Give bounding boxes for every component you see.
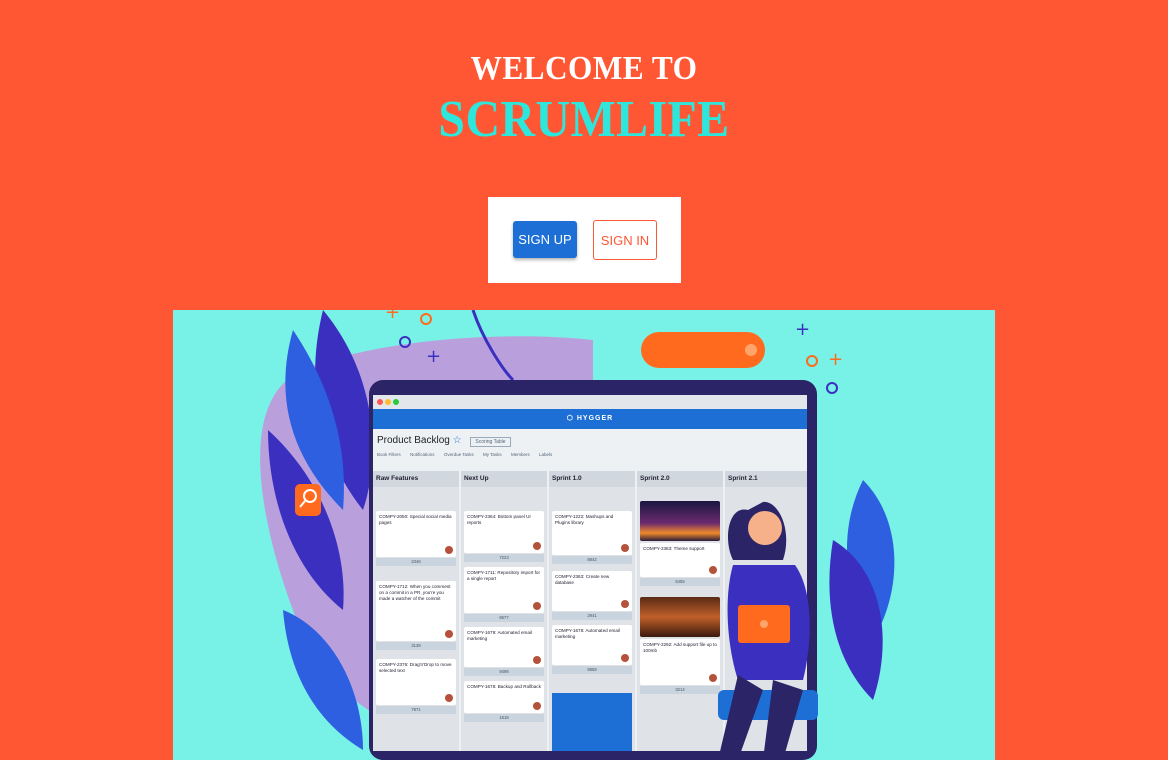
card-title: COMPY-2050: Special social media pages (379, 514, 452, 526)
board-column: Raw Features COMPY-2050: Special social … (373, 471, 459, 751)
app-name: HYGGER (576, 415, 614, 422)
card-sum: 8858 (552, 666, 632, 674)
avatar (621, 544, 629, 552)
svg-text:+: + (426, 346, 441, 367)
card-title: COMPY-1222: Mashups and Plugins library (555, 514, 614, 526)
app-screenshot: ⬡ HYGGER Product Backlog ☆ Scoring Table… (373, 395, 807, 751)
card-title: COMPY-2292: Add support file up to 100mb (643, 642, 717, 654)
card-title: COMPY-1678: Automated email marketing (555, 628, 620, 640)
task-card: COMPY-1222: Mashups and Plugins library … (552, 511, 632, 564)
board-tab: Notifications (410, 452, 435, 457)
avatar (445, 546, 453, 554)
search-badge-shape (295, 484, 321, 516)
avatar (709, 566, 717, 574)
board-tab: My Tasks (483, 452, 502, 457)
board-column: Next Up COMPY-2364: Bottom panel UI repo… (461, 471, 547, 751)
avatar (533, 702, 541, 710)
board-column: Sprint 2.1 (725, 471, 807, 751)
card-cover-image (640, 597, 720, 637)
app-nav-bar: ⬡ HYGGER (373, 409, 807, 429)
board-tab: Book Filters (377, 452, 401, 457)
column-title: Next Up (461, 471, 547, 487)
board-tab: Labels (538, 452, 553, 457)
sign-in-button[interactable]: SIGN IN (593, 220, 657, 260)
card-sum: 2941 (552, 612, 632, 620)
task-card: COMPY-1711: Repository import for a sing… (464, 567, 544, 622)
card-sum: 9498 (464, 668, 544, 676)
auth-panel: SIGN UP SIGN IN (488, 197, 681, 283)
column-title: Sprint 2.0 (637, 471, 723, 487)
task-card: COMPY-1678: Automated email marketing 88… (552, 625, 632, 674)
task-card: COMPY-1678: Backup and Rollback 1618 (464, 681, 544, 722)
card-title: COMPY-1711: Repository import for a sing… (467, 570, 541, 582)
card-title: COMPY-2363: Create new database (555, 574, 610, 586)
card-title: COMPY-1678: Backup and Rollback (467, 684, 541, 689)
board-tag: Scoring Table (470, 437, 511, 447)
avatar (445, 630, 453, 638)
svg-text:+: + (385, 310, 400, 323)
drop-zone (552, 693, 632, 751)
card-sum: 2346 (376, 558, 456, 566)
task-card: COMPY-2050: Special social media pages 2… (376, 511, 456, 566)
card-title: COMPY-2376: Drag'n'Drop to move selected… (379, 662, 452, 674)
avatar (533, 542, 541, 550)
board-tab: Overdue Tasks (443, 452, 474, 457)
svg-text:+: + (795, 319, 810, 340)
card-title: COMPY-2364: Bottom panel UI reports (467, 514, 531, 526)
column-title: Sprint 1.0 (549, 471, 635, 487)
avatar (533, 656, 541, 664)
card-sum: 7871 (376, 706, 456, 714)
board-title: Product Backlog (377, 435, 450, 446)
avatar (445, 694, 453, 702)
task-card: COMPY-2292: Add support file up to 100mb… (640, 639, 720, 694)
svg-text:+: + (828, 349, 843, 370)
card-sum: 3214 (640, 686, 720, 694)
board-columns: Raw Features COMPY-2050: Special social … (373, 471, 807, 751)
avatar (621, 600, 629, 608)
card-cover-image (640, 501, 720, 541)
star-icon: ☆ (452, 435, 462, 446)
app-logo-icon: ⬡ (566, 415, 577, 422)
avatar (533, 602, 541, 610)
task-card: COMPY-2383: Theme support 5455 (640, 543, 720, 586)
board-column: Sprint 2.0 COMPY-2383: Theme support 545… (637, 471, 723, 751)
brand-heading: SCRUMLIFE (438, 91, 730, 148)
hero-illustration: + + + + ⬡ HYGGER Product Backlog ☆ Scori… (173, 310, 995, 760)
welcome-heading: WELCOME TO (470, 50, 698, 87)
board-column: Sprint 1.0 COMPY-1222: Mashups and Plugi… (549, 471, 635, 751)
avatar (621, 654, 629, 662)
task-card: COMPY-2376: Drag'n'Drop to move selected… (376, 659, 456, 714)
task-card: COMPY-2363: Create new database 2941 (552, 571, 632, 620)
board-tabs: Book Filters Notifications Overdue Tasks… (373, 448, 807, 463)
card-sum: 5455 (640, 578, 720, 586)
card-sum: 3138 (376, 642, 456, 650)
task-card: COMPY-2364: Bottom panel UI reports 7223 (464, 511, 544, 562)
card-sum: 1618 (464, 714, 544, 722)
card-sum: 8577 (464, 614, 544, 622)
card-sum: 7223 (464, 554, 544, 562)
task-card: COMPY-1679: Automated email marketing 94… (464, 627, 544, 676)
task-card: COMPY-1712: When you comment on a commit… (376, 581, 456, 650)
card-title: COMPY-1679: Automated email marketing (467, 630, 532, 642)
column-title: Raw Features (373, 471, 459, 487)
sign-up-button[interactable]: SIGN UP (513, 221, 577, 258)
card-sum: 8842 (552, 556, 632, 564)
avatar (709, 674, 717, 682)
card-title: COMPY-1712: When you comment on a commit… (379, 584, 451, 602)
board-tab: Members (510, 452, 530, 457)
card-title: COMPY-2383: Theme support (643, 546, 705, 551)
column-title: Sprint 2.1 (725, 471, 807, 487)
